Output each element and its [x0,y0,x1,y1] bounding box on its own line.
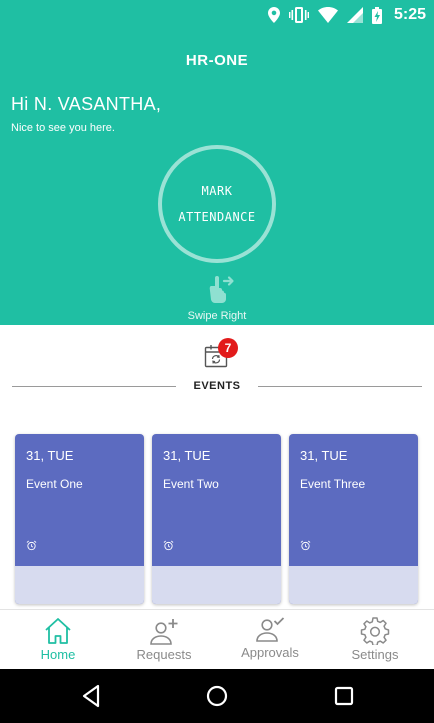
status-bar: 5:25 [0,0,434,30]
event-card-footer [289,566,418,604]
event-card-2[interactable]: 31, TUE Event Two [152,434,281,604]
nav-approvals-label: Approvals [241,645,299,660]
approve-person-icon [256,617,285,642]
vibrate-icon [288,7,309,23]
event-card-footer [15,566,144,604]
add-person-icon [150,619,178,645]
nav-approvals[interactable]: Approvals [234,610,306,670]
app-screen: 5:25 HR-ONE Hi N. VASANTHA, Nice to see … [0,0,434,723]
nav-settings-label: Settings [351,647,399,662]
event-card-3[interactable]: 31, TUE Event Three [289,434,418,604]
event-title: Event Three [300,477,366,491]
swipe-right-label: Swipe Right [187,310,247,322]
alarm-clock-icon [300,540,311,551]
battery-icon [371,6,382,24]
greeting-subtitle: Nice to see you here. [11,122,115,134]
system-navigation-bar [0,669,434,723]
event-card-1[interactable]: 31, TUE Event One [15,434,144,604]
nav-home-label: Home [40,647,76,662]
status-icons: 5:25 [267,5,426,25]
alarm-clock-icon [26,540,37,551]
signal-icon [346,7,363,23]
events-divider-left [12,386,176,387]
app-title: HR-ONE [185,52,249,69]
events-divider-right [258,386,422,387]
nav-settings[interactable]: Settings [342,610,408,670]
nav-home[interactable]: Home [28,610,88,670]
header-panel: 5:25 HR-ONE Hi N. VASANTHA, Nice to see … [0,0,434,325]
event-date: 31, TUE [26,448,74,463]
bottom-navigation: Home Requests Approvals Settings [0,609,434,669]
events-heading: EVENTS [193,380,241,392]
back-icon[interactable] [79,683,105,709]
home-icon [45,618,71,644]
gear-icon [360,617,390,645]
wifi-icon [317,7,338,23]
event-date: 31, TUE [163,448,211,463]
events-count-badge: 7 [218,338,238,358]
mark-attendance-button[interactable]: MARK ATTENDANCE [158,145,276,263]
location-icon [267,7,280,23]
swipe-right-icon [209,276,234,303]
event-date: 31, TUE [300,448,348,463]
nav-requests-label: Requests [136,647,192,662]
status-time: 5:25 [393,6,426,23]
event-card-footer [152,566,281,604]
nav-requests[interactable]: Requests [128,610,200,670]
mark-attendance-label-line2: ATTENDANCE [178,210,256,224]
alarm-clock-icon [163,540,174,551]
mark-attendance-label-line1: MARK [201,184,233,198]
event-title: Event Two [163,477,219,491]
recents-icon[interactable] [331,683,357,709]
event-title: Event One [26,477,83,491]
greeting-text: Hi N. VASANTHA, [11,94,162,114]
home-circle-icon[interactable] [204,683,230,709]
